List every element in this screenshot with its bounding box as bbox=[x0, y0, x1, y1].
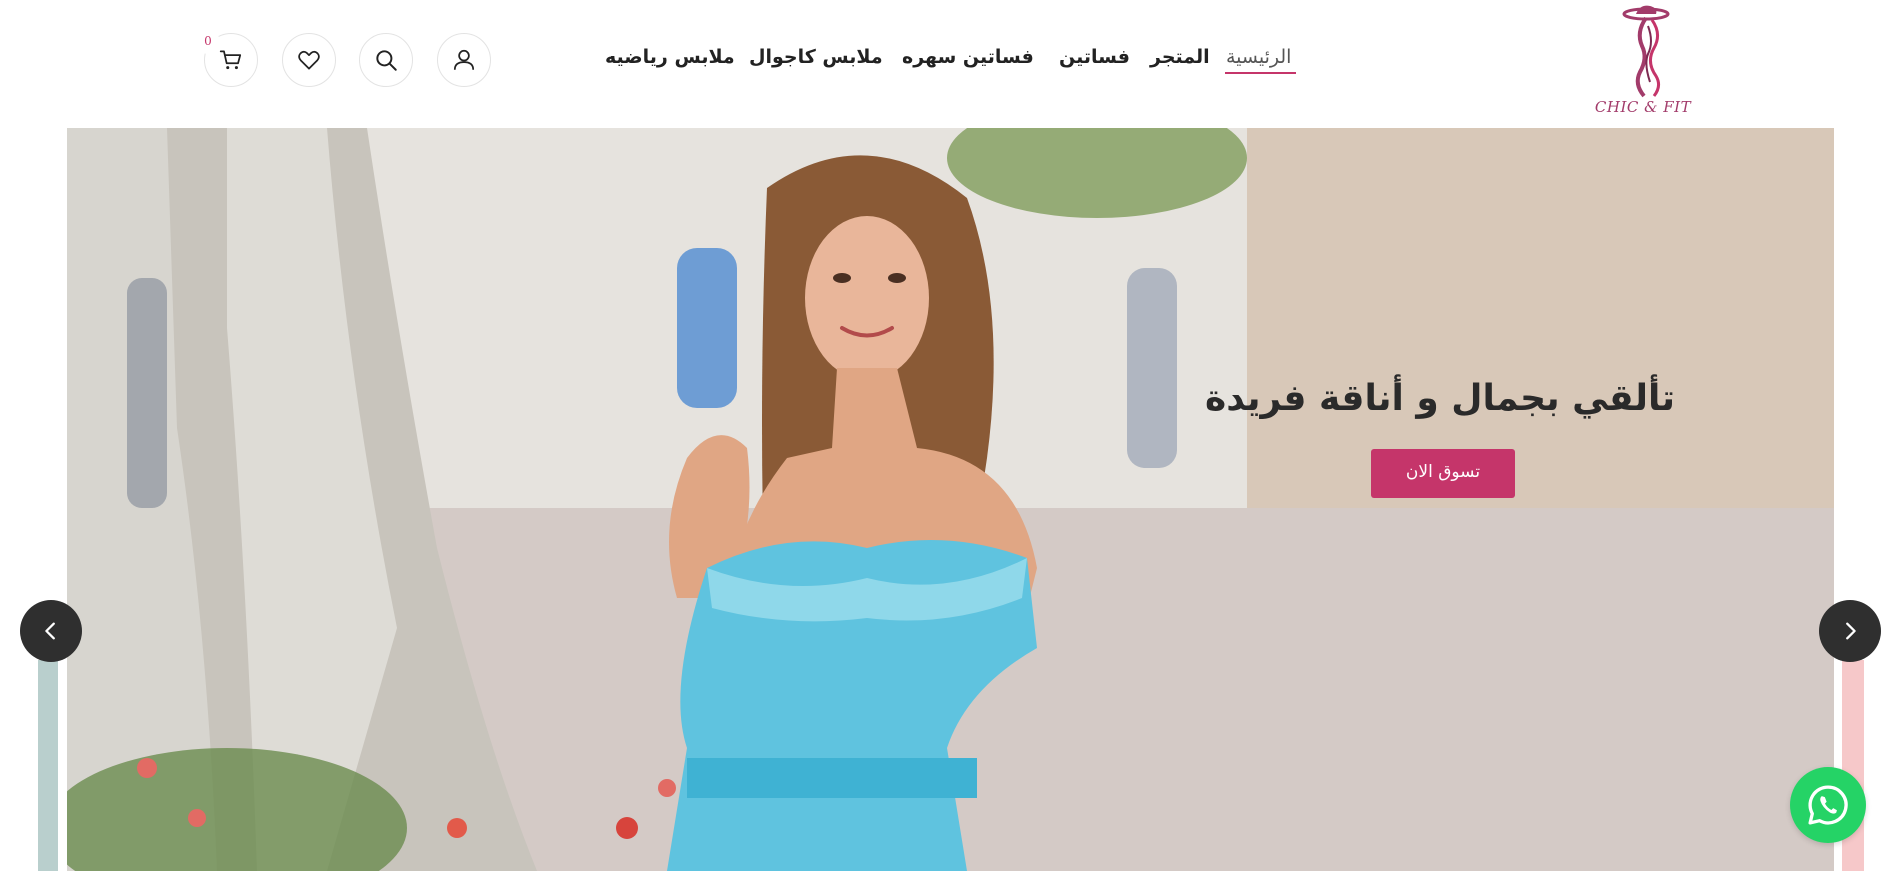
search-button[interactable] bbox=[359, 33, 413, 87]
brand-logo[interactable]: CHIC & FIT bbox=[1588, 2, 1698, 120]
nav-item-evening-dresses[interactable]: فساتين سهره bbox=[902, 46, 1034, 68]
logo-figure-icon bbox=[1622, 5, 1670, 98]
nav-item-dresses[interactable]: فساتين bbox=[1059, 46, 1130, 68]
brand-logo-text: CHIC & FIT bbox=[1594, 98, 1692, 116]
wishlist-button[interactable] bbox=[282, 33, 336, 87]
nav-item-casual-wear[interactable]: ملابس كاجوال bbox=[749, 46, 883, 68]
site-header: CHIC & FIT الرئيسية المتجر فساتين فساتين… bbox=[0, 0, 1892, 128]
account-button[interactable] bbox=[437, 33, 491, 87]
cart-icon bbox=[219, 50, 242, 70]
prev-slide-peek bbox=[38, 660, 58, 871]
nav-item-sportswear[interactable]: ملابس رياضيه bbox=[605, 46, 735, 68]
chevron-left-icon bbox=[45, 622, 55, 640]
chevron-right-icon bbox=[1846, 622, 1856, 640]
user-icon bbox=[453, 49, 475, 70]
shop-now-button[interactable]: تسوق الان bbox=[1371, 449, 1515, 498]
hero-title: تألقي بجمال و أناقة فريدة bbox=[1204, 378, 1676, 419]
whatsapp-icon bbox=[1808, 785, 1848, 825]
cart-count-badge: 0 bbox=[196, 30, 220, 54]
nav-item-home[interactable]: الرئيسية bbox=[1226, 46, 1291, 68]
whatsapp-chat-button[interactable] bbox=[1790, 767, 1866, 843]
slider-next-button[interactable] bbox=[1819, 600, 1881, 662]
heart-icon bbox=[298, 50, 320, 70]
hero-slider: تألقي بجمال و أناقة فريدة bbox=[67, 128, 1834, 871]
nav-active-underline bbox=[1225, 72, 1296, 74]
search-icon bbox=[376, 50, 397, 71]
hero-photo bbox=[67, 128, 1834, 871]
nav-item-shop[interactable]: المتجر bbox=[1150, 46, 1210, 68]
slider-prev-button[interactable] bbox=[20, 600, 82, 662]
next-slide-peek bbox=[1842, 660, 1864, 871]
